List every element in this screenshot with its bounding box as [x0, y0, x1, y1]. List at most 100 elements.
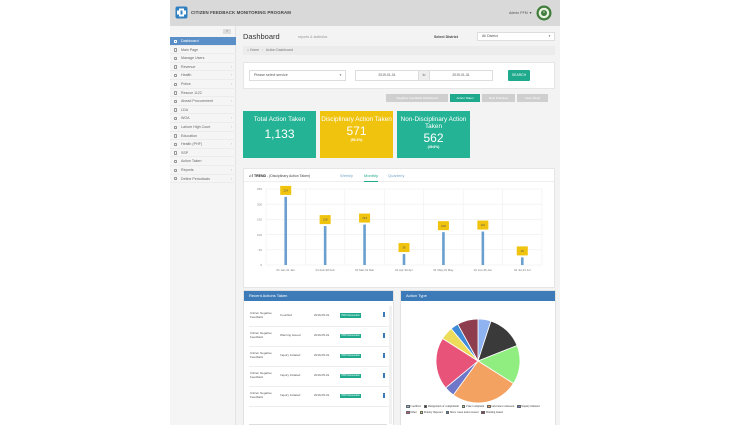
chevron-left-icon: ‹	[230, 81, 232, 86]
cell-view-action[interactable]	[381, 306, 389, 327]
tab-case-study[interactable]: Case Study	[517, 94, 548, 102]
cell-view-action[interactable]	[381, 326, 389, 347]
sidebar-item-police[interactable]: Police ‹	[170, 80, 236, 89]
cell-action: Inquiry Initiated	[279, 386, 313, 407]
admin-user-menu[interactable]: Admin PFM ▼	[509, 11, 532, 15]
cell-status: PFM Intervention	[339, 326, 382, 347]
bar	[363, 224, 366, 265]
table-row[interactable]: Citizen Negative Feedback Counfled 2019-05…	[249, 306, 389, 327]
sidebar-item-rescue-1122[interactable]: Rescue 1122	[170, 89, 236, 98]
bar	[520, 257, 524, 265]
chevron-left-icon: ‹	[230, 99, 232, 104]
cell-action: Inquiry Initiated	[279, 346, 313, 367]
home-icon: ⌂	[247, 48, 250, 52]
recent-actions-panel: Recent Actions Taken Citizen Negative Fe…	[243, 290, 394, 425]
district-select[interactable]: All District ▼	[477, 32, 555, 41]
trend-title-prefix: TREND	[254, 173, 267, 178]
vertical-scrollbar[interactable]	[389, 306, 392, 424]
search-button[interactable]: SEARCH	[508, 70, 530, 81]
sidebar-item-label: Police	[181, 81, 191, 86]
legend-swatch	[406, 411, 410, 414]
sidebar-nav: Dashboard Main Page Manage Users Revenue ‹ He…	[170, 37, 236, 184]
sidebar-collapse-button[interactable]: ≡	[223, 29, 231, 34]
legend-label: Resignation of complainant	[428, 405, 459, 408]
menu-item-icon	[174, 82, 178, 86]
cell-view-action[interactable]	[381, 346, 389, 367]
view-button[interactable]	[382, 372, 385, 378]
sidebar-item-education[interactable]: Education	[170, 132, 236, 141]
sidebar-item-define-periodicals[interactable]: Define Periodicals ‹	[170, 175, 236, 184]
sidebar-item-action-taken[interactable]: Action Taken	[170, 157, 236, 166]
menu-item-icon	[174, 116, 178, 121]
legend-item: Show cause notice issued	[445, 411, 478, 415]
cell-date: 2019-05-01	[313, 346, 339, 367]
menu-item-icon	[174, 73, 178, 78]
legend-label: Inquiry initiated	[521, 405, 540, 408]
sidebar-item-lahore-high-court[interactable]: Lahore High Court ‹	[170, 123, 236, 132]
date-from-input[interactable]: 2019-01-01	[355, 70, 419, 81]
status-badge: PFM Intervention	[340, 353, 362, 359]
sidebar-item-label: Health	[181, 73, 192, 78]
view-button[interactable]	[382, 392, 385, 398]
table-row[interactable]: Citizen Negative Feedback Inquiry Initiat…	[249, 386, 389, 407]
sidebar-item-health[interactable]: Health ‹	[170, 71, 236, 80]
trend-tab-quarterly[interactable]: Quarterly	[388, 173, 404, 178]
view-button[interactable]	[382, 332, 385, 338]
sidebar-item-revenue[interactable]: Revenue ‹	[170, 63, 236, 72]
trend-tab-monthly[interactable]: Monthly	[364, 173, 379, 182]
menu-item-icon	[174, 168, 178, 172]
recent-actions-table: Citizen Negative Feedback Counfled 2019-05…	[249, 306, 389, 407]
tab-best-practices[interactable]: Best Practices	[482, 94, 515, 102]
table-row[interactable]: Citizen Negative Feedback Warning issued 2…	[249, 326, 389, 347]
menu-item-icon	[174, 159, 178, 164]
legend-item: Warning issued	[481, 411, 503, 415]
sidebar-item-label: Ahead Procurement	[181, 99, 213, 104]
tab-action-taken[interactable]: Action Taken	[450, 94, 480, 102]
recent-actions-title: Recent Actions Taken	[244, 291, 393, 301]
sidebar-item-reports[interactable]: Reports ‹	[170, 166, 236, 175]
status-badge: PFM Intervention	[340, 393, 362, 399]
app-logo-icon	[175, 6, 188, 19]
legend-swatch	[445, 411, 450, 414]
cell-action: Counfled	[279, 306, 313, 327]
view-button[interactable]	[382, 352, 385, 358]
breadcrumb-home[interactable]: Home	[250, 48, 259, 52]
stat-card-disciplinary: Disciplinary Action Taken 571 (50.4%)	[320, 111, 393, 158]
trend-title-rest: - (Disciplinary Action Taken)	[266, 173, 311, 178]
cell-view-action[interactable]	[381, 366, 389, 387]
stat-disciplinary-percent: (50.4%)	[350, 138, 363, 143]
menu-item-icon	[174, 65, 178, 69]
cell-view-action[interactable]	[381, 386, 389, 407]
sidebar-item-health-phf[interactable]: Health (PHF) ‹	[170, 140, 236, 149]
sidebar-item-label: Manage Users	[181, 56, 205, 61]
chevron-down-icon: ▼	[548, 34, 551, 38]
menu-item-icon	[174, 99, 178, 104]
menu-item-icon	[174, 39, 178, 43]
service-select-placeholder: Please select service	[254, 73, 288, 77]
date-to-input[interactable]: 2019-01-31	[429, 70, 493, 81]
sidebar-item-dashboard[interactable]: Dashboard	[170, 37, 236, 46]
action-type-title: Action Type	[401, 291, 555, 301]
sidebar-item-manage-users[interactable]: Manage Users	[170, 54, 236, 63]
sidebar-item-lda[interactable]: LDA	[170, 106, 236, 115]
x-tick-label: 01 Jun-30 Jun	[474, 268, 493, 272]
sidebar-item-ssp[interactable]: SSP	[170, 149, 236, 158]
legend-item: Other	[406, 411, 417, 415]
x-tick-label: 01 Jul-31 Jul	[514, 268, 531, 272]
sidebar-item-main-page[interactable]: Main Page	[170, 46, 236, 55]
trend-tab-weekly[interactable]: Weekly	[340, 173, 353, 178]
legend-swatch	[481, 411, 485, 414]
table-row[interactable]: Citizen Negative Feedback Inquiry Initiat…	[249, 346, 389, 367]
cell-status: PFM Intervention	[339, 386, 382, 407]
service-select[interactable]: Please select service ▼	[249, 70, 346, 81]
legend-swatch	[406, 405, 410, 408]
stat-total-title: Total Action Taken	[253, 116, 306, 123]
sidebar-item-ahead-procurement[interactable]: Ahead Procurement ‹	[170, 97, 236, 106]
sidebar-item-label: Health (PHF)	[181, 142, 202, 147]
view-button[interactable]	[382, 312, 385, 318]
breadcrumb: ⌂ Home › Action Dashboard	[243, 46, 555, 55]
tab-negative-feedback-dashboard[interactable]: Negative Feedback Dashboard	[386, 94, 448, 102]
menu-item-icon	[174, 56, 178, 61]
sidebar-item-woa[interactable]: WOA ‹	[170, 114, 236, 123]
table-row[interactable]: Citizen Negative Feedback Inquiry Initiat…	[249, 366, 389, 387]
